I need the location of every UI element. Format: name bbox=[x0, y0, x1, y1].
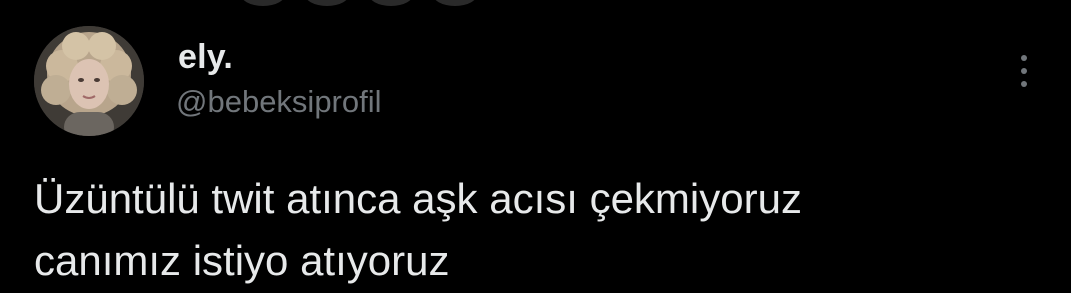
more-options-button[interactable] bbox=[1006, 48, 1042, 94]
avatar[interactable] bbox=[34, 26, 144, 136]
avatar-image bbox=[34, 26, 144, 136]
tweet-text-line: canımız istiyo atıyoruz bbox=[34, 237, 450, 284]
tweet-text-line: Üzüntülü twit atınca aşk acısı çekmiyoru… bbox=[34, 175, 802, 222]
user-handle[interactable]: @bebeksiprofil bbox=[176, 84, 382, 120]
previous-content-cutoff bbox=[240, 0, 540, 6]
display-name[interactable]: ely. bbox=[178, 38, 233, 77]
tweet-text: Üzüntülü twit atınca aşk acısı çekmiyoru… bbox=[34, 168, 1044, 292]
more-vertical-icon bbox=[1021, 55, 1027, 87]
